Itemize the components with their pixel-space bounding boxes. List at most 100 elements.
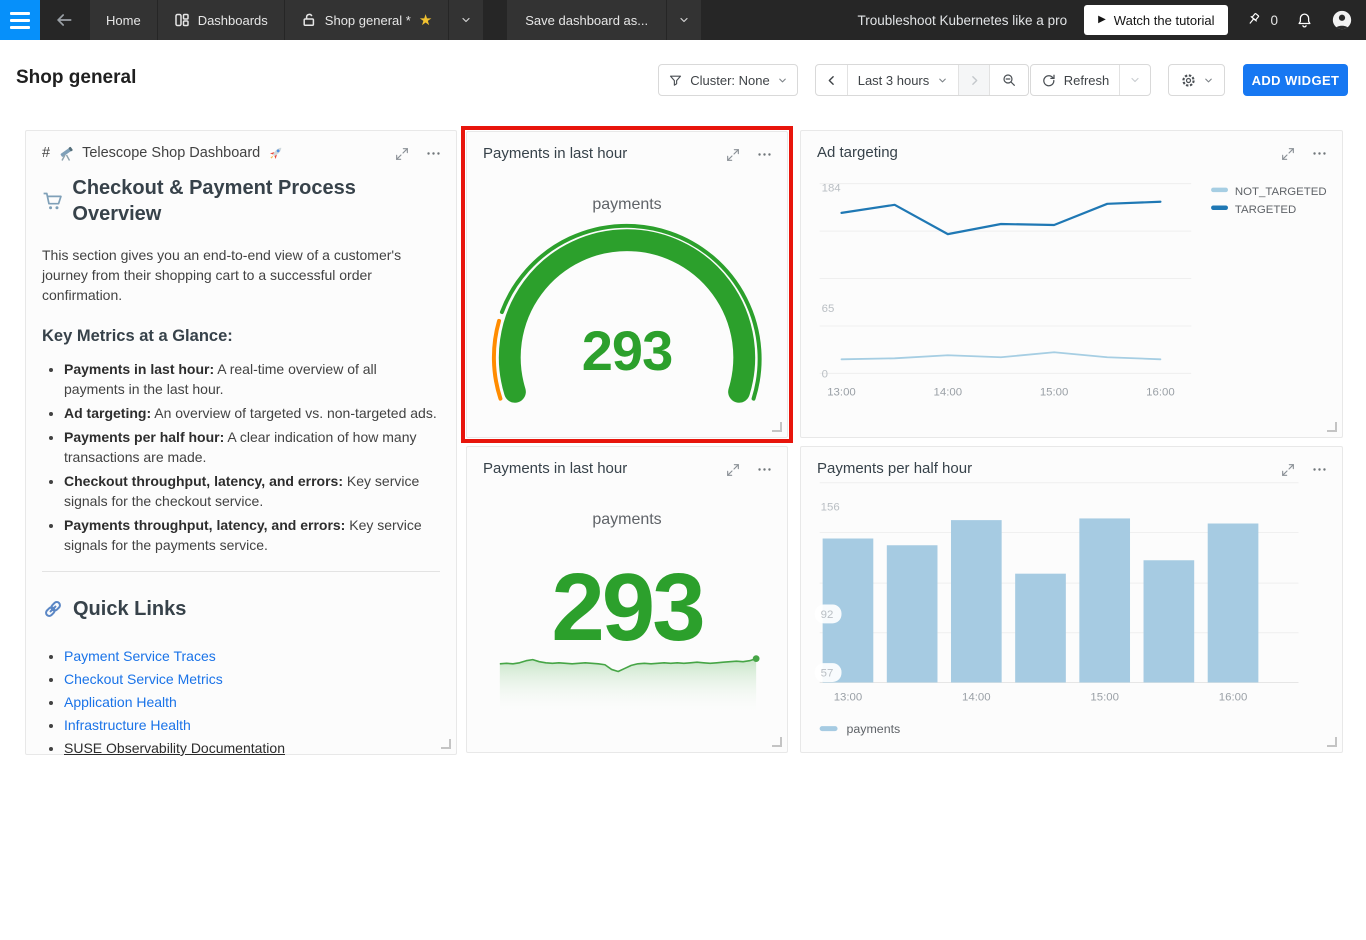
overview-heading-text: Checkout & Payment Process Overview bbox=[72, 177, 356, 225]
chevron-down-icon bbox=[462, 17, 470, 23]
metric-item: Checkout throughput, latency, and errors… bbox=[64, 471, 440, 511]
quick-link-item: Checkout Service Metrics bbox=[64, 669, 440, 689]
gauge-widget: Payments in last hour payments 293 bbox=[466, 131, 788, 438]
svg-text:15:00: 15:00 bbox=[1040, 386, 1069, 398]
expand-icon[interactable] bbox=[394, 146, 410, 162]
top-navigation-bar: Home Dashboards Shop general * ★ Save da… bbox=[0, 0, 1366, 40]
quick-links-heading: Quick Links bbox=[42, 596, 440, 622]
save-dashboard-label: Save dashboard as... bbox=[525, 12, 649, 28]
pin-count: 0 bbox=[1270, 12, 1278, 28]
metric-item: Payments throughput, latency, and errors… bbox=[64, 515, 440, 555]
gauge-value: 293 bbox=[581, 319, 673, 382]
telescope-emoji bbox=[60, 146, 73, 161]
quick-link[interactable]: SUSE Observability Documentation bbox=[64, 740, 285, 756]
watch-tutorial-button[interactable]: ▶ Watch the tutorial bbox=[1084, 5, 1229, 35]
svg-text:0: 0 bbox=[822, 368, 828, 380]
markdown-hash: # bbox=[42, 145, 51, 161]
resize-handle[interactable] bbox=[772, 737, 782, 747]
legend-item-payments[interactable]: payments bbox=[819, 722, 901, 736]
ad-targeting-line-chart[interactable]: 184 65 0 13:00 14:00 15:00 16:00 NOT_TARGETED TA… bbox=[801, 131, 1342, 437]
gear-icon bbox=[1181, 73, 1195, 87]
resize-handle[interactable] bbox=[772, 422, 782, 432]
link-emoji bbox=[45, 601, 61, 617]
payments-sparkline-chart[interactable] bbox=[467, 447, 787, 752]
more-menu-icon[interactable] bbox=[425, 145, 442, 162]
arrow-left-icon bbox=[57, 14, 72, 26]
resize-handle[interactable] bbox=[441, 739, 451, 749]
back-button[interactable] bbox=[54, 10, 74, 30]
save-dashboard-chevron[interactable] bbox=[667, 0, 702, 40]
chevron-right-icon bbox=[971, 75, 977, 85]
markdown-widget-title: # Telescope Shop Dashboard bbox=[42, 144, 390, 162]
key-metrics-heading: Key Metrics at a Glance: bbox=[42, 327, 233, 345]
key-metrics-list: Payments in last hour: A real-time overv… bbox=[42, 359, 440, 555]
svg-text:156: 156 bbox=[821, 502, 840, 514]
svg-text:14:00: 14:00 bbox=[962, 691, 991, 703]
tab-dashboards[interactable]: Dashboards bbox=[157, 0, 284, 40]
metric-item: Payments per half hour: A clear indicati… bbox=[64, 427, 440, 467]
payments-bar-chart[interactable]: 156 92 5713:00 14:00 15:00 16:00 payments bbox=[801, 447, 1342, 752]
nav-tabs: Home Dashboards Shop general * ★ bbox=[90, 0, 484, 40]
zoom-out-icon bbox=[1003, 74, 1015, 86]
chevron-down-icon bbox=[680, 17, 688, 23]
tab-shop-general[interactable]: Shop general * ★ bbox=[284, 0, 449, 40]
hamburger-menu-button[interactable] bbox=[0, 0, 40, 40]
add-widget-button[interactable]: ADD WIDGET bbox=[1243, 64, 1348, 96]
tab-home[interactable]: Home bbox=[90, 0, 157, 40]
single-value-widget: Payments in last hour payments 293 bbox=[466, 446, 788, 753]
time-range-control: Last 3 hours bbox=[815, 64, 1029, 96]
dashboard-board: # Telescope Shop Dashboard Checkout & Pa… bbox=[0, 126, 1366, 940]
page-header: Shop general Cluster: None Last 3 hours bbox=[0, 40, 1366, 126]
svg-text:13:00: 13:00 bbox=[834, 691, 863, 703]
refresh-icon bbox=[1042, 74, 1055, 86]
chevron-down-icon bbox=[1131, 77, 1139, 83]
cluster-filter-button[interactable]: Cluster: None bbox=[658, 64, 798, 96]
svg-text:TARGETED: TARGETED bbox=[1235, 204, 1296, 216]
quick-links-list: Payment Service Traces Checkout Service M… bbox=[42, 646, 440, 758]
markdown-title-text: Telescope Shop Dashboard bbox=[82, 145, 261, 161]
chevron-down-icon bbox=[939, 78, 947, 82]
favorite-star-icon[interactable]: ★ bbox=[419, 13, 432, 28]
shopping-cart-emoji bbox=[43, 192, 62, 210]
overview-heading: Checkout & Payment Process Overview bbox=[42, 175, 440, 227]
filter-funnel-icon bbox=[670, 75, 682, 86]
notifications-button[interactable] bbox=[1295, 11, 1314, 30]
quick-link[interactable]: Payment Service Traces bbox=[64, 648, 216, 664]
rocket-emoji bbox=[270, 147, 282, 160]
chevron-down-icon bbox=[1204, 78, 1212, 82]
refresh-button[interactable]: Refresh bbox=[1031, 65, 1119, 95]
svg-text:92: 92 bbox=[821, 609, 834, 621]
user-avatar[interactable] bbox=[1331, 9, 1353, 31]
svg-text:16:00: 16:00 bbox=[1219, 691, 1248, 703]
time-next-button[interactable] bbox=[958, 65, 989, 95]
tab-dashboards-label: Dashboards bbox=[197, 12, 268, 28]
svg-text:16:00: 16:00 bbox=[1146, 386, 1175, 398]
refresh-interval-chevron[interactable] bbox=[1119, 65, 1150, 95]
refresh-control: Refresh bbox=[1030, 64, 1151, 96]
payments-gauge-chart[interactable] bbox=[467, 132, 787, 437]
divider bbox=[42, 571, 440, 572]
legend-item-NOT_TARGETED[interactable]: NOT_TARGETED bbox=[1211, 186, 1327, 198]
watch-tutorial-label: Watch the tutorial bbox=[1113, 12, 1215, 28]
app-window: Home Dashboards Shop general * ★ Save da… bbox=[0, 0, 1366, 940]
page-title: Shop general bbox=[16, 67, 137, 88]
dashboard-settings-button[interactable] bbox=[1168, 64, 1225, 96]
quick-link[interactable]: Infrastructure Health bbox=[64, 717, 191, 733]
tab-list-chevron-button[interactable] bbox=[449, 0, 484, 40]
quick-link-item: Payment Service Traces bbox=[64, 646, 440, 666]
pinned-items-button[interactable]: 0 bbox=[1245, 11, 1278, 29]
svg-text:13:00: 13:00 bbox=[827, 386, 856, 398]
time-range-dropdown[interactable]: Last 3 hours bbox=[847, 65, 958, 95]
svg-text:14:00: 14:00 bbox=[934, 386, 963, 398]
quick-link-item: SUSE Observability Documentation bbox=[64, 738, 440, 758]
zoom-out-button[interactable] bbox=[989, 65, 1028, 95]
time-prev-button[interactable] bbox=[816, 65, 847, 95]
quick-link[interactable]: Application Health bbox=[64, 694, 177, 710]
resize-handle[interactable] bbox=[1327, 422, 1337, 432]
topbar-right-cluster: Troubleshoot Kubernetes like a pro ▶ Wat… bbox=[857, 5, 1366, 35]
save-dashboard-button[interactable]: Save dashboard as... bbox=[507, 0, 667, 40]
resize-handle[interactable] bbox=[1327, 737, 1337, 747]
quick-link[interactable]: Checkout Service Metrics bbox=[64, 671, 223, 687]
svg-text:payments: payments bbox=[846, 722, 900, 736]
legend-item-TARGETED[interactable]: TARGETED bbox=[1211, 204, 1296, 216]
